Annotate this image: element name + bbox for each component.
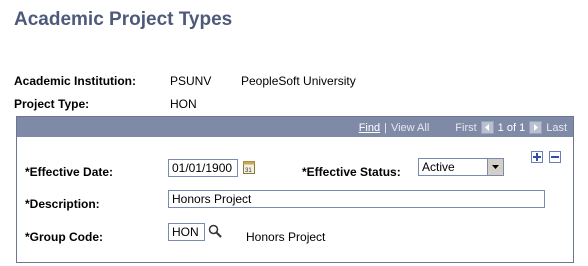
group-header-bar: Find | View All First 1 of 1 Last: [17, 117, 573, 137]
plus-icon[interactable]: [531, 151, 543, 163]
svg-text:31: 31: [245, 168, 252, 174]
nav-separator: |: [384, 121, 387, 134]
chevron-down-icon[interactable]: [487, 159, 503, 175]
effective-date-field[interactable]: 01/01/1900: [168, 159, 238, 177]
row-count: 1 of 1: [497, 121, 526, 134]
group-code-label: *Group Code:: [25, 230, 103, 244]
effective-status-label: *Effective Status:: [302, 165, 401, 179]
effective-date-label: *Effective Date:: [25, 165, 114, 179]
minus-icon[interactable]: [549, 151, 561, 163]
effective-status-value: Active: [422, 160, 455, 174]
project-type-value: HON: [170, 97, 197, 111]
description-label: *Description:: [25, 197, 100, 211]
academic-institution-name: PeopleSoft University: [241, 74, 356, 88]
academic-institution-label: Academic Institution:: [14, 74, 137, 88]
chevron-right-icon[interactable]: [529, 121, 543, 134]
effective-status-select[interactable]: Active: [418, 158, 504, 176]
description-field[interactable]: Honors Project: [168, 190, 545, 208]
last-link[interactable]: Last: [546, 122, 567, 134]
calendar-icon[interactable]: 31: [243, 160, 255, 174]
chevron-left-icon[interactable]: [480, 121, 494, 134]
search-icon[interactable]: [208, 224, 222, 238]
group-code-description: Honors Project: [246, 230, 326, 244]
find-link[interactable]: Find: [359, 122, 380, 134]
row-navigation: Find | View All First 1 of 1 Last: [359, 121, 567, 134]
first-link[interactable]: First: [455, 122, 476, 134]
academic-institution-code: PSUNV: [170, 74, 212, 88]
project-type-label: Project Type:: [14, 97, 90, 111]
effective-dated-group-box: Find | View All First 1 of 1 Last *Effec…: [16, 116, 574, 263]
view-all-link[interactable]: View All: [391, 122, 429, 134]
page-title: Academic Project Types: [14, 9, 233, 30]
group-code-field[interactable]: HON: [168, 223, 205, 241]
